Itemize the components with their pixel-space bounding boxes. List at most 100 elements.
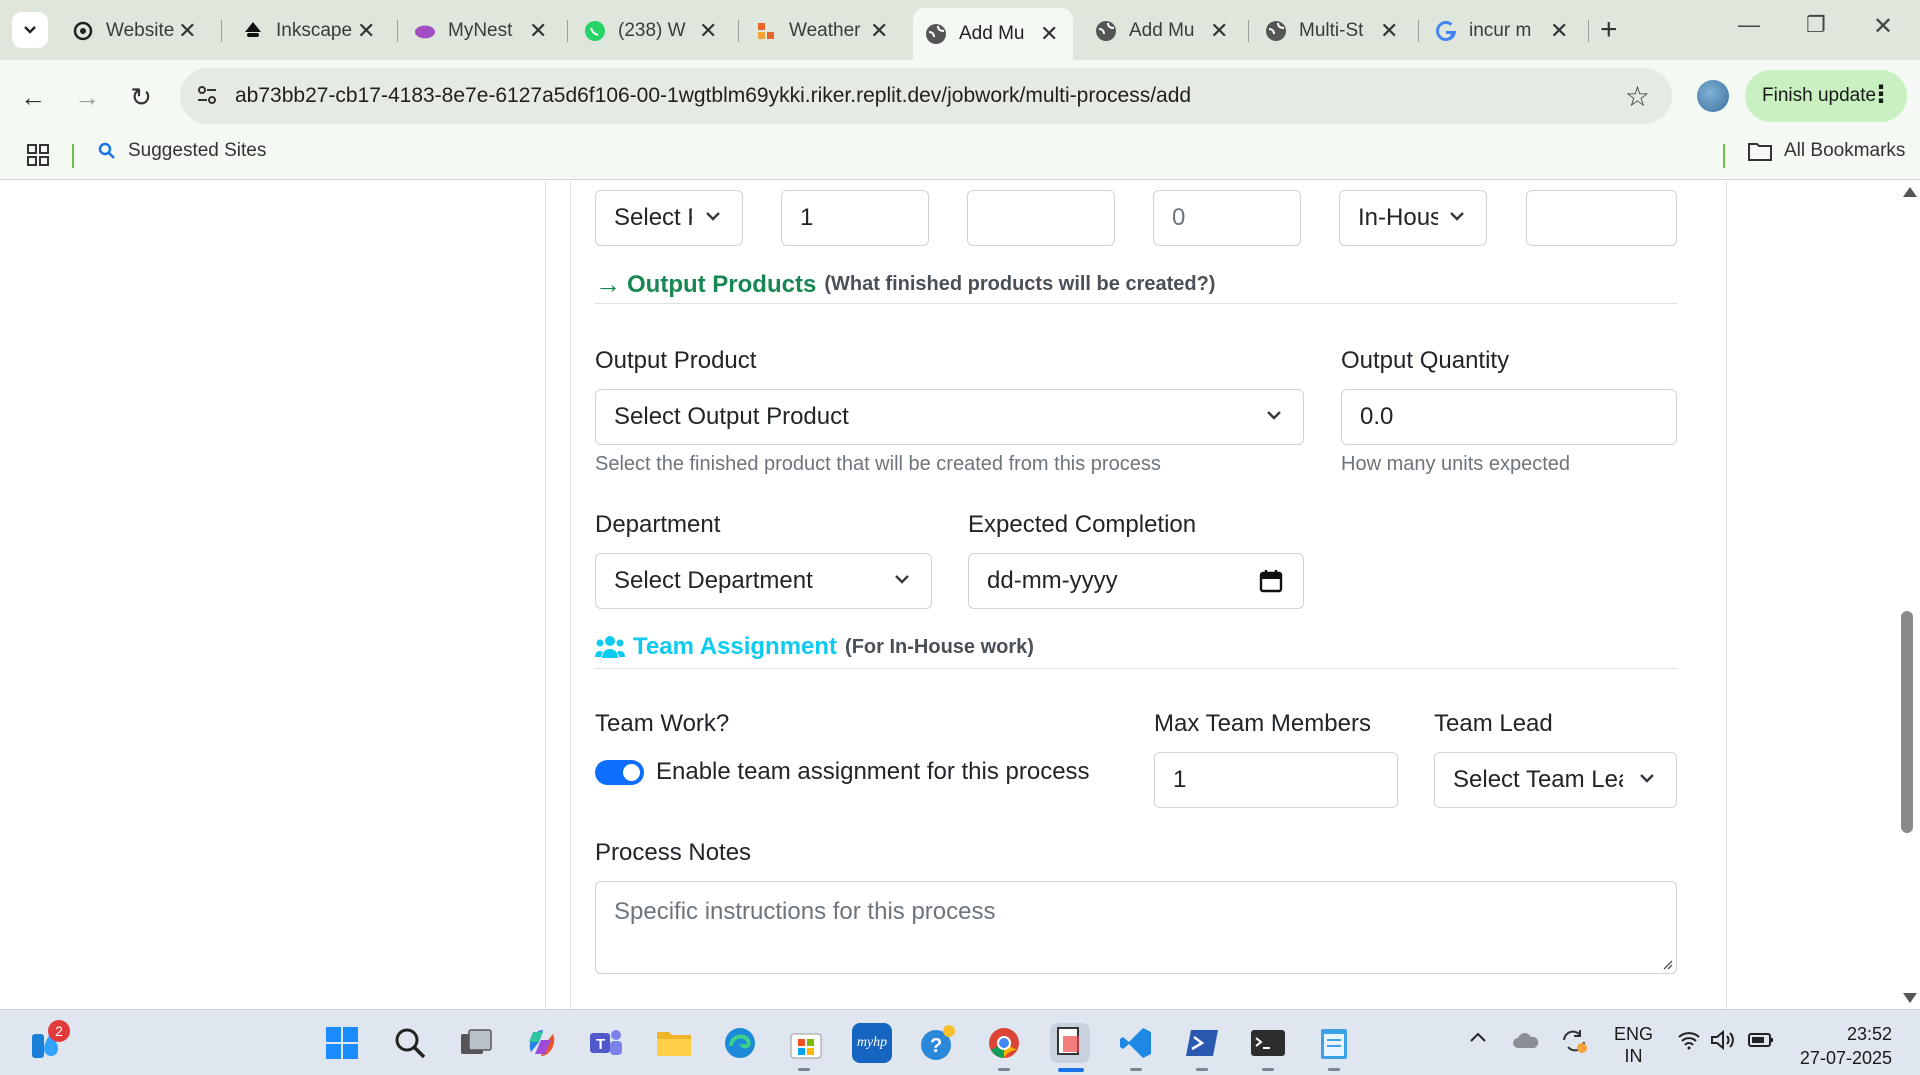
wifi-icon[interactable] xyxy=(1677,1030,1701,1055)
close-icon[interactable]: ✕ xyxy=(1377,18,1401,44)
close-icon[interactable]: ✕ xyxy=(354,18,378,44)
input-field-6[interactable] xyxy=(1526,190,1677,246)
close-icon[interactable]: ✕ xyxy=(1037,21,1061,47)
scroll-up-arrow-icon[interactable] xyxy=(1903,187,1917,197)
output-quantity-field[interactable]: 0.0 xyxy=(1341,389,1677,445)
close-icon[interactable]: ✕ xyxy=(867,18,891,44)
start-windows-icon[interactable] xyxy=(322,1023,362,1063)
process-notes-placeholder: Specific instructions for this process xyxy=(614,898,996,925)
process-notes-textarea[interactable]: Specific instructions for this process xyxy=(595,881,1677,974)
language-label: ENG xyxy=(1614,1024,1654,1044)
scroll-thumb[interactable] xyxy=(1901,611,1913,833)
all-bookmarks-button[interactable]: All Bookmarks xyxy=(1748,140,1905,162)
work-type-select[interactable]: In-House xyxy=(1339,190,1487,246)
tab-add-multi-process-active[interactable]: Add Mu ✕ xyxy=(913,8,1073,60)
tab-strip: Website ✕ Inkscape ✕ MyNest ✕ (238) W ✕ … xyxy=(0,0,1920,60)
clock[interactable]: 23:52 27-07-2025 xyxy=(1796,1022,1892,1070)
input-quantity-value: 1 xyxy=(800,204,814,231)
language-indicator[interactable]: ENG IN xyxy=(1614,1023,1653,1067)
chevron-down-icon xyxy=(1267,411,1281,420)
department-label: Department xyxy=(595,511,721,538)
address-bar[interactable]: ab73bb27-cb17-4183-8e7e-6127a5d6f106-00-… xyxy=(180,68,1672,124)
bookmarks-bar: Suggested Sites All Bookmarks xyxy=(0,132,1920,180)
output-quantity-label: Output Quantity xyxy=(1341,347,1510,374)
tab-whatsapp[interactable]: (238) W ✕ xyxy=(572,8,732,54)
window-close-icon[interactable]: ✕ xyxy=(1873,12,1893,41)
teams-icon[interactable]: T xyxy=(586,1023,626,1063)
suggested-sites-bookmark[interactable]: Suggested Sites xyxy=(98,140,266,162)
sync-icon[interactable] xyxy=(1560,1028,1588,1059)
input-field-4[interactable]: 0 xyxy=(1153,190,1301,246)
close-icon[interactable]: ✕ xyxy=(1547,18,1571,44)
google-icon xyxy=(1435,20,1457,42)
help-icon[interactable]: ? xyxy=(918,1023,958,1063)
max-team-members-value: 1 xyxy=(1173,766,1187,793)
microsoft-store-icon[interactable] xyxy=(786,1023,826,1063)
volume-icon[interactable] xyxy=(1710,1029,1736,1055)
snipping-tool-icon[interactable] xyxy=(1050,1023,1090,1063)
url-text: ab73bb27-cb17-4183-8e7e-6127a5d6f106-00-… xyxy=(235,84,1192,107)
file-explorer-icon[interactable] xyxy=(654,1023,694,1063)
onedrive-icon[interactable] xyxy=(1512,1030,1540,1055)
tab-search-button[interactable] xyxy=(12,12,48,48)
resize-handle-icon[interactable] xyxy=(1661,958,1673,970)
profile-avatar[interactable] xyxy=(1697,80,1729,112)
department-value: Select Department xyxy=(614,567,813,594)
output-product-select[interactable]: Select Output Product xyxy=(595,389,1304,445)
team-work-toggle-label[interactable]: Enable team assignment for this process xyxy=(656,758,1090,786)
edge-icon[interactable] xyxy=(720,1023,760,1063)
weather-icon xyxy=(755,20,777,42)
powershell-icon[interactable] xyxy=(1182,1023,1222,1063)
back-arrow-icon[interactable]: ← xyxy=(16,80,50,114)
tab-multi-step[interactable]: Multi-St ✕ xyxy=(1253,8,1413,54)
team-work-toggle[interactable] xyxy=(595,760,644,785)
notepad-icon[interactable] xyxy=(1314,1023,1354,1063)
team-work-label: Team Work? xyxy=(595,710,730,737)
vscode-icon[interactable] xyxy=(1116,1023,1156,1063)
new-tab-plus-icon[interactable]: + xyxy=(1600,14,1618,46)
team-lead-select[interactable]: Select Team Lead xyxy=(1434,752,1677,808)
close-icon[interactable]: ✕ xyxy=(526,18,550,44)
tray-overflow-chevron-icon[interactable] xyxy=(1468,1028,1488,1053)
tab-add-multi-process[interactable]: Add Mu ✕ xyxy=(1083,8,1243,54)
team-assignment-title: Team Assignment xyxy=(633,633,838,660)
task-view-icon[interactable] xyxy=(456,1023,496,1063)
search-icon xyxy=(98,142,115,159)
close-icon[interactable]: ✕ xyxy=(696,18,720,44)
globe-icon xyxy=(1265,20,1287,42)
scroll-down-arrow-icon[interactable] xyxy=(1903,993,1917,1003)
minimize-icon[interactable]: — xyxy=(1738,12,1760,38)
more-vertical-icon[interactable]: ⋮ xyxy=(1869,80,1893,110)
site-info-icon[interactable] xyxy=(196,84,218,111)
tab-google-search[interactable]: incur m ✕ xyxy=(1423,8,1583,54)
expected-completion-date-input[interactable]: dd-mm-yyyy xyxy=(968,553,1304,609)
restore-icon[interactable]: ❐ xyxy=(1806,12,1826,38)
output-quantity-help: How many units expected xyxy=(1341,453,1571,475)
max-team-members-field[interactable]: 1 xyxy=(1154,752,1398,808)
bookmark-star-icon[interactable]: ☆ xyxy=(1625,80,1650,113)
page-viewport: Select P 1 0 In-House → Output Products … xyxy=(0,181,1920,1009)
reload-icon[interactable]: ↻ xyxy=(124,80,158,114)
page-scrollbar[interactable] xyxy=(1898,181,1920,1009)
hp-app-icon[interactable]: myhp xyxy=(852,1023,892,1063)
close-icon[interactable]: ✕ xyxy=(177,18,198,44)
finish-update-button[interactable]: Finish update ⋮ xyxy=(1745,70,1907,122)
input-quantity-field[interactable]: 1 xyxy=(781,190,929,246)
close-icon[interactable]: ✕ xyxy=(1207,18,1231,44)
input-field-3[interactable] xyxy=(967,190,1115,246)
tab-weather[interactable]: Weather ✕ xyxy=(743,8,903,54)
terminal-icon[interactable] xyxy=(1248,1023,1288,1063)
apps-grid-icon[interactable] xyxy=(27,144,49,171)
forward-arrow-icon[interactable]: → xyxy=(70,80,104,114)
calendar-icon[interactable] xyxy=(1259,569,1283,593)
input-product-select[interactable]: Select P xyxy=(595,190,743,246)
search-icon[interactable] xyxy=(390,1023,430,1063)
input-product-value: Select P xyxy=(614,204,692,231)
chrome-icon[interactable] xyxy=(984,1023,1024,1063)
tab-inkscape[interactable]: Inkscape ✕ xyxy=(230,8,390,54)
battery-icon[interactable] xyxy=(1748,1032,1774,1053)
copilot-icon[interactable] xyxy=(522,1023,562,1063)
department-select[interactable]: Select Department xyxy=(595,553,932,609)
tab-website[interactable]: Website ✕ xyxy=(60,8,210,54)
tab-mynest[interactable]: MyNest ✕ xyxy=(402,8,562,54)
